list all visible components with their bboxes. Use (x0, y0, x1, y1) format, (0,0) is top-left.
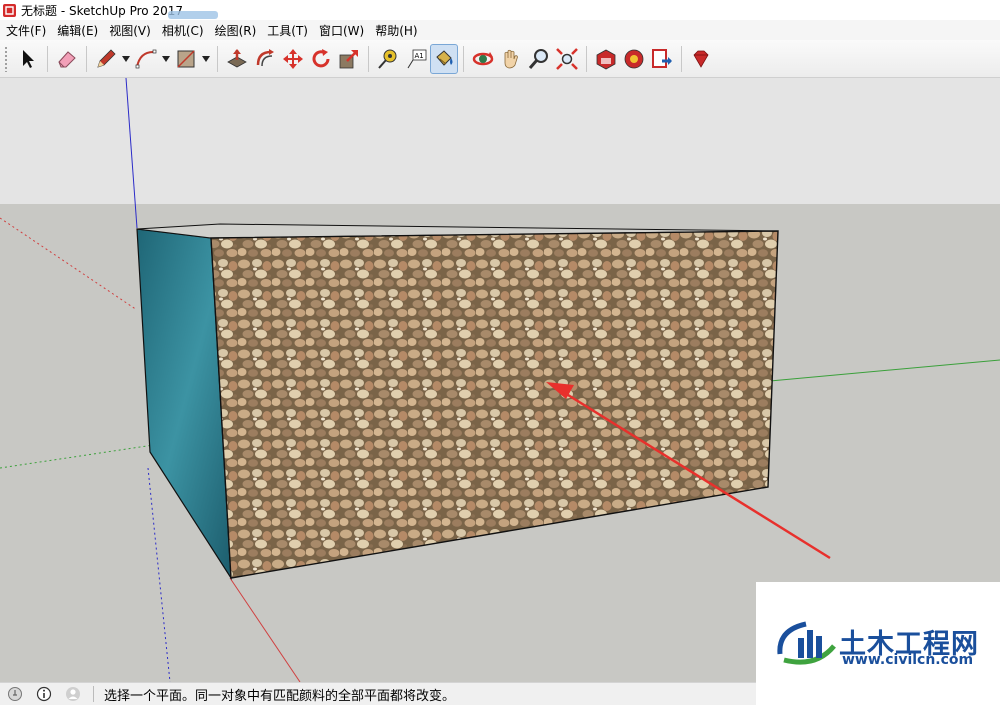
extension-warehouse-button[interactable] (620, 44, 648, 74)
scale-icon (339, 49, 358, 68)
menu-tools[interactable]: 工具(T) (261, 22, 313, 39)
hand-icon (504, 49, 518, 68)
toolbar-grip[interactable] (4, 45, 8, 72)
geo-location-icon[interactable] (7, 686, 23, 702)
pan-tool[interactable] (497, 44, 525, 74)
watermark: 土木工程网 www.civilcn.com (756, 582, 1000, 705)
menu-draw[interactable]: 绘图(R) (209, 22, 262, 39)
arc-dropdown[interactable] (160, 44, 172, 74)
rotate-icon (312, 48, 330, 67)
rectangle-icon (177, 49, 195, 68)
rotate-tool[interactable] (307, 44, 335, 74)
statusbar-separator (93, 686, 94, 702)
window-title: 无标题 - SketchUp Pro 2017 (21, 3, 183, 18)
3d-warehouse-button[interactable] (592, 44, 620, 74)
offset-tool[interactable] (251, 44, 279, 74)
warehouse-icon (596, 49, 616, 69)
tape-measure-icon (378, 49, 397, 69)
arc-icon (135, 49, 157, 68)
sketchup-window: 无标题 - SketchUp Pro 2017 文件(F) 编辑(E) 视图(V… (0, 0, 1000, 705)
push-pull-tool[interactable] (223, 44, 251, 74)
toolbar-separator (368, 45, 369, 72)
title-blur (168, 11, 218, 19)
orbit-tool[interactable] (469, 44, 497, 74)
extension-icon (624, 49, 644, 68)
text-tool[interactable]: A1 (402, 44, 430, 74)
zoom-tool[interactable] (525, 44, 553, 74)
pencil-icon (97, 48, 116, 68)
offset-icon (256, 48, 274, 66)
toolbar-separator (86, 45, 87, 72)
toolbar-separator (586, 45, 587, 72)
magnifier-icon (528, 48, 548, 69)
chevron-down-icon (122, 55, 130, 62)
user-icon[interactable] (65, 686, 81, 702)
toolbar-separator (47, 45, 48, 72)
scale-tool[interactable] (335, 44, 363, 74)
ruby-gem-icon (693, 50, 709, 68)
move-arrows-icon (283, 48, 303, 69)
menu-help[interactable]: 帮助(H) (369, 22, 422, 39)
paint-bucket-icon (436, 49, 453, 66)
select-tool[interactable] (14, 44, 42, 74)
eraser-tool[interactable] (53, 44, 81, 74)
orbit-icon (472, 51, 494, 65)
info-icon[interactable] (36, 686, 52, 702)
line-tool[interactable] (92, 44, 120, 74)
arrow-cursor-icon (23, 49, 34, 68)
push-pull-icon (227, 48, 247, 67)
civilcn-logo-icon (777, 621, 836, 665)
ruby-console-button[interactable] (687, 44, 715, 74)
tape-measure-tool[interactable] (374, 44, 402, 74)
menu-window[interactable]: 窗口(W) (313, 22, 369, 39)
menubar: 文件(F) 编辑(E) 视图(V) 相机(C) 绘图(R) 工具(T) 窗口(W… (0, 20, 1000, 40)
arc-tool[interactable] (132, 44, 160, 74)
chevron-down-icon (162, 55, 170, 62)
watermark-url: www.civilcn.com (842, 652, 974, 668)
toolbar-separator (463, 45, 464, 72)
toolbar-separator (217, 45, 218, 72)
rectangle-tool[interactable] (172, 44, 200, 74)
paint-bucket-tool[interactable] (430, 43, 458, 74)
menu-edit[interactable]: 编辑(E) (51, 22, 103, 39)
menu-camera[interactable]: 相机(C) (156, 22, 209, 39)
eraser-icon (58, 50, 76, 67)
chevron-down-icon (202, 55, 210, 62)
toolbar-separator (681, 45, 682, 72)
menu-view[interactable]: 视图(V) (103, 22, 156, 39)
rectangle-dropdown[interactable] (200, 44, 212, 74)
menu-file[interactable]: 文件(F) (0, 22, 51, 39)
svg-text:A1: A1 (415, 52, 424, 60)
sketchup-logo-icon (3, 3, 16, 17)
zoom-extents-tool[interactable] (553, 44, 581, 74)
line-dropdown[interactable] (120, 44, 132, 74)
move-tool[interactable] (279, 44, 307, 74)
layout-icon (652, 48, 672, 68)
sky (0, 78, 1000, 204)
send-to-layout-button[interactable] (648, 44, 676, 74)
zoom-extents-icon (556, 47, 578, 70)
text-label-icon: A1 (407, 49, 427, 68)
status-message: 选择一个平面。同一对象中有匹配颜料的全部平面都将改变。 (104, 688, 456, 704)
titlebar: 无标题 - SketchUp Pro 2017 (0, 0, 1000, 20)
toolbar: A1 (0, 40, 1000, 78)
